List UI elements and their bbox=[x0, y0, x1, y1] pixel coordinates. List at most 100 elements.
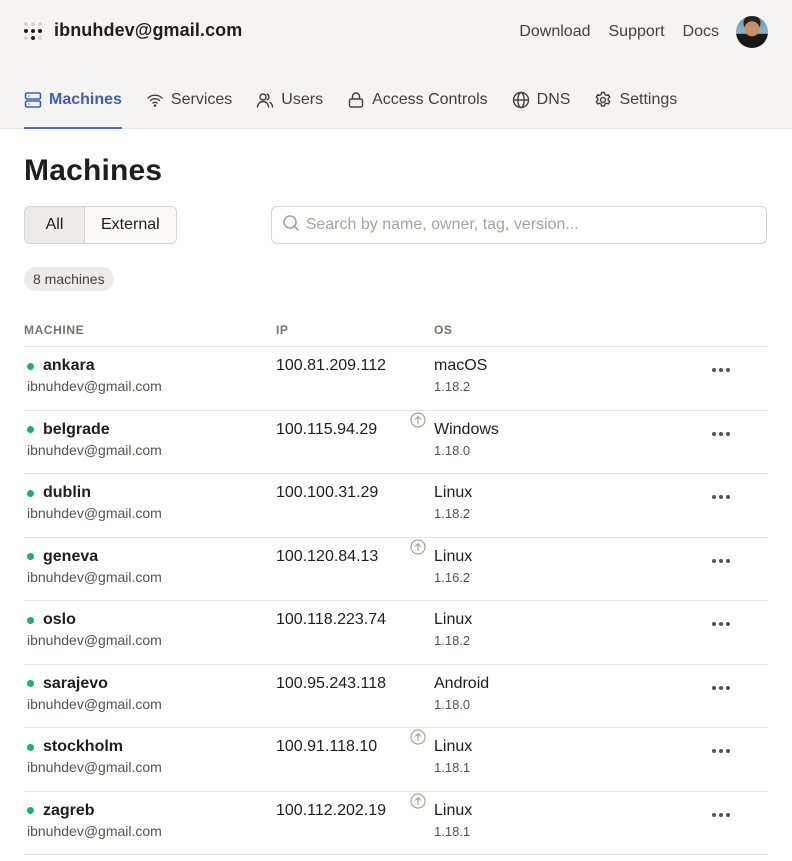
table-row[interactable]: geneva ibnuhdev@gmail.com 100.120.84.13 Lin… bbox=[24, 537, 768, 601]
table-row[interactable]: ankara ibnuhdev@gmail.com 100.81.209.112 ma… bbox=[24, 346, 768, 411]
tab-machines[interactable]: Machines bbox=[24, 80, 122, 129]
machine-version: 1.18.1 bbox=[434, 823, 471, 839]
machine-name[interactable]: ankara bbox=[43, 357, 95, 375]
update-available-icon[interactable] bbox=[410, 538, 426, 555]
machine-ip[interactable]: 100.100.31.29 bbox=[276, 484, 434, 502]
tailnet-logo-icon bbox=[24, 21, 42, 40]
os-cell: Linux 1.18.1 bbox=[410, 727, 684, 792]
ip-cell: 100.100.31.29 bbox=[276, 473, 434, 538]
more-options-icon[interactable] bbox=[712, 495, 736, 499]
actions-cell bbox=[684, 410, 768, 474]
machine-owner: ibnuhdev@gmail.com bbox=[27, 695, 162, 712]
machine-filter-segmented: All External bbox=[24, 206, 177, 244]
machines-table: MACHINE IP OS ankara ibnuhdev@gmail.com 10… bbox=[24, 315, 768, 855]
tab-label: DNS bbox=[536, 91, 571, 108]
machine-owner: ibnuhdev@gmail.com bbox=[27, 759, 162, 775]
tab-services[interactable]: Services bbox=[146, 80, 232, 120]
tab-label: Users bbox=[281, 91, 324, 108]
table-row[interactable]: dublin ibnuhdev@gmail.com 100.100.31.29 Lin… bbox=[24, 473, 768, 538]
machine-name-wrap: dublin bbox=[24, 484, 276, 502]
machine-name[interactable]: oslo bbox=[43, 611, 76, 629]
table-row[interactable]: belgrade ibnuhdev@gmail.com 100.115.94.29 W… bbox=[24, 410, 768, 474]
more-options-icon[interactable] bbox=[712, 622, 736, 626]
update-available-icon[interactable] bbox=[410, 792, 426, 809]
more-options-icon[interactable] bbox=[712, 558, 736, 563]
update-available-icon[interactable] bbox=[410, 411, 426, 428]
machine-cell: oslo ibnuhdev@gmail.com bbox=[24, 600, 276, 665]
machine-name[interactable]: sarajevo bbox=[43, 675, 108, 693]
actions-cell bbox=[684, 600, 768, 665]
table-row[interactable]: sarajevo ibnuhdev@gmail.com 100.95.243.118… bbox=[24, 664, 768, 728]
machine-name-wrap: geneva bbox=[24, 548, 276, 566]
machine-count-badge: 8 machines bbox=[24, 267, 114, 291]
column-header-os[interactable]: OS bbox=[434, 315, 684, 347]
actions-cell bbox=[684, 537, 768, 601]
main-content: Machines All External 8 machines MACHINE… bbox=[0, 154, 792, 855]
machine-name-wrap: zagreb bbox=[24, 802, 276, 820]
actions-cell bbox=[684, 791, 768, 855]
support-link[interactable]: Support bbox=[609, 23, 665, 41]
more-options-icon[interactable] bbox=[712, 812, 736, 817]
machine-cell: geneva ibnuhdev@gmail.com bbox=[24, 537, 276, 601]
machine-owner: ibnuhdev@gmail.com bbox=[27, 568, 162, 585]
machine-name-wrap: sarajevo bbox=[24, 675, 276, 693]
filter-external-button[interactable]: External bbox=[85, 207, 176, 243]
machines-table-body: ankara ibnuhdev@gmail.com 100.81.209.112 ma… bbox=[24, 346, 768, 855]
table-row[interactable]: stockholm ibnuhdev@gmail.com 100.91.118.10… bbox=[24, 727, 768, 792]
machine-ip[interactable]: 100.95.243.118 bbox=[276, 675, 434, 693]
tab-dns[interactable]: DNS bbox=[512, 80, 571, 120]
users-icon bbox=[256, 91, 274, 109]
search-icon bbox=[282, 214, 300, 237]
tab-settings[interactable]: Settings bbox=[594, 80, 677, 120]
machine-name[interactable]: zagreb bbox=[43, 802, 95, 820]
machine-os: Linux bbox=[434, 738, 473, 755]
machine-owner: ibnuhdev@gmail.com bbox=[27, 505, 162, 521]
column-header-actions bbox=[684, 315, 768, 347]
tab-access-controls[interactable]: Access Controls bbox=[347, 80, 488, 120]
avatar[interactable] bbox=[736, 16, 768, 48]
account-name: ibnuhdev@gmail.com bbox=[54, 20, 243, 40]
machine-version: 1.18.2 bbox=[434, 506, 471, 521]
machine-os: macOS bbox=[434, 357, 488, 374]
status-online-icon bbox=[27, 553, 34, 560]
machine-os: Linux bbox=[434, 611, 473, 628]
table-row[interactable]: zagreb ibnuhdev@gmail.com 100.112.202.19 Li… bbox=[24, 791, 768, 855]
status-online-icon bbox=[27, 616, 34, 624]
machine-owner: ibnuhdev@gmail.com bbox=[27, 632, 162, 648]
machine-name[interactable]: belgrade bbox=[43, 421, 110, 439]
machine-ip[interactable]: 100.118.223.74 bbox=[276, 611, 434, 629]
column-header-ip[interactable]: IP bbox=[276, 315, 434, 347]
update-available-icon[interactable] bbox=[410, 729, 426, 745]
globe-icon bbox=[512, 91, 530, 109]
tab-users[interactable]: Users bbox=[256, 80, 323, 120]
more-options-icon[interactable] bbox=[712, 685, 736, 690]
machine-name[interactable]: stockholm bbox=[43, 738, 123, 756]
machine-cell: dublin ibnuhdev@gmail.com bbox=[24, 473, 276, 538]
actions-cell bbox=[684, 473, 768, 538]
machine-name[interactable]: geneva bbox=[43, 548, 98, 566]
os-cell: Linux 1.18.2 bbox=[434, 473, 684, 538]
download-link[interactable]: Download bbox=[519, 23, 590, 41]
filter-all-button[interactable]: All bbox=[25, 207, 85, 243]
more-options-icon[interactable] bbox=[712, 368, 736, 372]
os-cell: Android 1.18.0 bbox=[434, 664, 684, 728]
account-switcher[interactable]: ibnuhdev@gmail.com bbox=[24, 20, 242, 41]
more-options-icon[interactable] bbox=[712, 431, 736, 436]
tab-label: Services bbox=[170, 91, 233, 108]
top-bar: ibnuhdev@gmail.com Download Support Docs… bbox=[0, 0, 792, 129]
machine-name[interactable]: dublin bbox=[43, 484, 91, 502]
table-row[interactable]: oslo ibnuhdev@gmail.com 100.118.223.74 Linu… bbox=[24, 600, 768, 665]
machine-ip[interactable]: 100.81.209.112 bbox=[276, 357, 434, 375]
docs-link[interactable]: Docs bbox=[683, 23, 719, 41]
gear-icon bbox=[594, 91, 612, 109]
ip-cell: 100.81.209.112 bbox=[276, 346, 434, 411]
machine-version: 1.18.0 bbox=[434, 442, 471, 458]
actions-cell bbox=[684, 727, 768, 792]
column-header-machine[interactable]: MACHINE bbox=[24, 315, 276, 347]
machine-os: Linux bbox=[434, 801, 473, 819]
search-input[interactable] bbox=[305, 216, 746, 234]
more-options-icon[interactable] bbox=[712, 749, 736, 753]
machine-name-wrap: oslo bbox=[24, 611, 276, 629]
machine-cell: stockholm ibnuhdev@gmail.com bbox=[24, 727, 276, 792]
search-box bbox=[270, 206, 767, 244]
